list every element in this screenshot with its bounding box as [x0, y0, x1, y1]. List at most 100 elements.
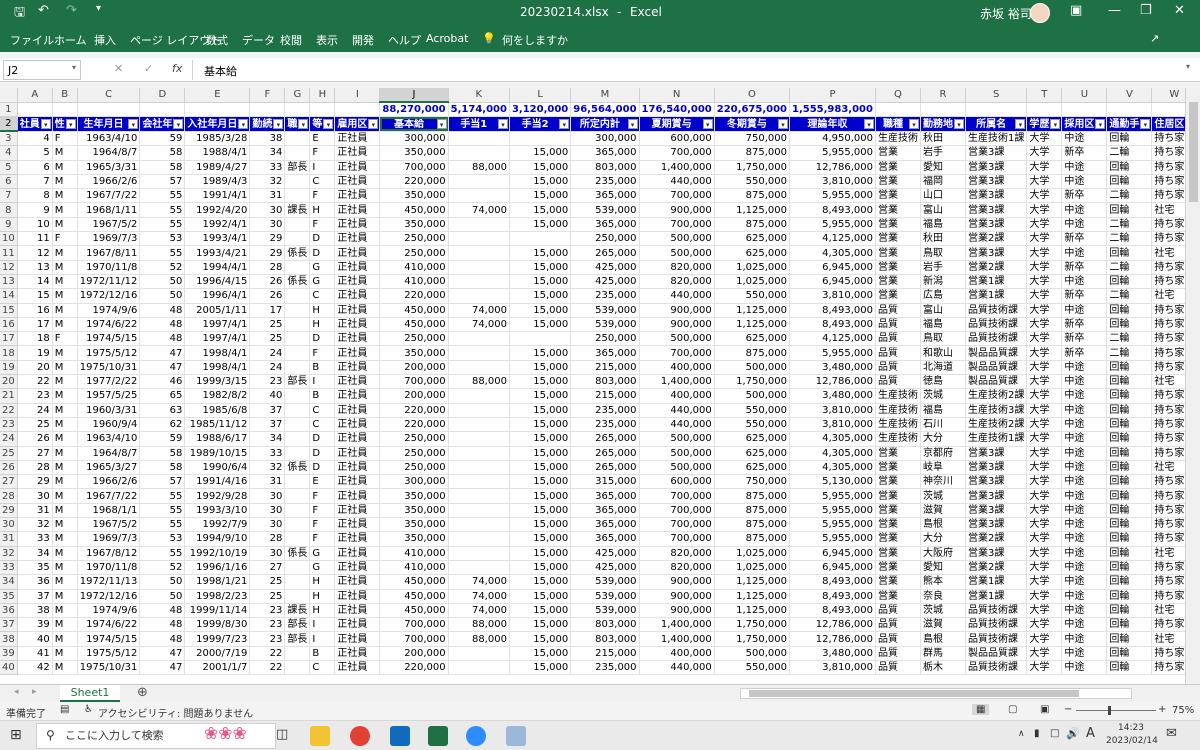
cell[interactable]: 回輪 — [1106, 202, 1153, 218]
cell[interactable]: 持ち家 — [1151, 360, 1185, 376]
cell[interactable] — [448, 460, 510, 476]
cell[interactable]: 12,786,000 — [789, 631, 876, 647]
cell[interactable]: 回輪 — [1106, 574, 1153, 590]
cell[interactable]: 正社員 — [334, 546, 381, 561]
cell[interactable]: 持ち家 — [1151, 274, 1185, 290]
cell[interactable]: 1,025,000 — [714, 274, 791, 290]
cell[interactable]: 徳島 — [920, 374, 966, 390]
cell[interactable]: 営業3課 — [965, 160, 1028, 175]
cell[interactable] — [448, 245, 510, 261]
cell[interactable]: 1967/8/12 — [77, 546, 141, 561]
row-header[interactable]: 17 — [0, 331, 18, 347]
cell[interactable]: F — [52, 331, 78, 347]
cell[interactable]: 74,000 — [448, 589, 510, 604]
column-header-J[interactable]: J — [379, 88, 449, 104]
cell[interactable]: 1996/1/16 — [184, 560, 251, 576]
cell[interactable]: 大学 — [1026, 131, 1063, 147]
cell[interactable]: 250,000 — [379, 231, 449, 247]
cell[interactable]: 1985/11/12 — [184, 417, 251, 433]
cell[interactable]: 持ち家 — [1151, 131, 1185, 147]
cell[interactable]: 28 — [249, 531, 286, 547]
cell[interactable]: 215,000 — [570, 360, 640, 376]
cell[interactable]: 15,000 — [509, 374, 572, 390]
cell[interactable]: 8,493,000 — [789, 603, 876, 619]
cell[interactable]: 1985/3/28 — [184, 131, 251, 147]
cell[interactable]: 正社員 — [334, 503, 381, 519]
cell[interactable]: 滋賀 — [920, 617, 966, 633]
cell[interactable] — [184, 102, 251, 118]
cell[interactable]: 大学 — [1026, 188, 1063, 204]
row-header[interactable]: 26 — [0, 460, 18, 476]
cell[interactable]: 大学 — [1026, 274, 1063, 290]
cell[interactable]: 中途 — [1061, 517, 1108, 533]
cell[interactable]: 350,000 — [379, 345, 449, 361]
expand-formula-icon[interactable]: ▾ — [1186, 62, 1190, 71]
cell[interactable]: 52 — [139, 560, 186, 576]
row-header[interactable]: 22 — [0, 403, 18, 418]
cell[interactable]: 500,000 — [639, 431, 715, 447]
cell[interactable]: 8 — [17, 188, 53, 204]
cell[interactable]: 持ち家 — [1151, 646, 1185, 661]
cell[interactable]: 正社員 — [334, 288, 381, 304]
filter-dropdown-icon[interactable]: ▾ — [298, 119, 309, 130]
cell[interactable]: 大学 — [1026, 260, 1063, 275]
cell[interactable]: 450,000 — [379, 202, 449, 218]
cell[interactable]: 営業 — [875, 546, 921, 561]
cell[interactable]: 営業 — [875, 188, 921, 204]
cell[interactable]: 30 — [249, 217, 286, 233]
cell[interactable]: 25 — [17, 417, 53, 433]
cell[interactable]: 正社員 — [334, 660, 381, 676]
cell[interactable]: 30 — [17, 488, 53, 504]
cell[interactable]: 38 — [249, 131, 286, 147]
cell[interactable]: 8,493,000 — [789, 202, 876, 218]
cell[interactable]: 社宅 — [1151, 374, 1185, 390]
cell[interactable]: 1992/9/28 — [184, 488, 251, 504]
cell[interactable]: 持ち家 — [1151, 560, 1185, 576]
cell[interactable]: 営業3課 — [965, 145, 1028, 161]
cell[interactable]: 3,480,000 — [789, 360, 876, 376]
cell[interactable] — [17, 102, 53, 118]
cell[interactable]: 1,750,000 — [714, 617, 791, 633]
cell[interactable] — [77, 102, 141, 118]
cell[interactable]: 持ち家 — [1151, 517, 1185, 533]
cell[interactable]: 55 — [139, 488, 186, 504]
cell[interactable]: 58 — [139, 446, 186, 461]
cell[interactable]: D — [309, 231, 336, 247]
cell[interactable]: 1964/8/7 — [77, 446, 141, 461]
cell[interactable]: 425,000 — [570, 274, 640, 290]
cell[interactable]: 製品品質課 — [965, 345, 1028, 361]
cell[interactable]: 品質 — [875, 660, 921, 676]
cell[interactable]: 1,400,000 — [639, 160, 715, 175]
cell[interactable]: 中途 — [1061, 546, 1108, 561]
redo-icon[interactable]: ↷ — [66, 3, 77, 18]
cell[interactable]: 265,000 — [570, 245, 640, 261]
cell[interactable]: 1975/5/12 — [77, 646, 141, 661]
cell[interactable]: 12,786,000 — [789, 160, 876, 175]
menu-home[interactable]: ホーム — [54, 32, 87, 48]
cell[interactable]: 3,810,000 — [789, 288, 876, 304]
total-cell[interactable]: 96,564,000 — [570, 102, 640, 118]
filter-dropdown-icon[interactable]: ▾ — [65, 119, 76, 130]
column-header-A[interactable]: A — [17, 88, 53, 103]
cell[interactable]: 中途 — [1061, 574, 1108, 590]
cell[interactable]: 中途 — [1061, 631, 1108, 647]
cell[interactable]: 235,000 — [570, 174, 640, 190]
cell[interactable]: 15,000 — [509, 488, 572, 504]
cell[interactable]: 中途 — [1061, 531, 1108, 547]
total-cell[interactable]: 176,540,000 — [639, 102, 715, 118]
cell[interactable]: 回輪 — [1106, 460, 1153, 476]
cell[interactable]: 539,000 — [570, 303, 640, 318]
cell[interactable]: 5,955,000 — [789, 217, 876, 233]
cell[interactable]: 1998/1/21 — [184, 574, 251, 590]
cell[interactable]: 持ち家 — [1151, 431, 1185, 447]
cell[interactable]: 425,000 — [570, 260, 640, 275]
total-cell[interactable]: 3,120,000 — [509, 102, 572, 118]
cell[interactable]: M — [52, 460, 78, 476]
cell[interactable]: 29 — [249, 231, 286, 247]
cell[interactable] — [448, 145, 510, 161]
cell[interactable] — [448, 360, 510, 376]
row-header[interactable]: 2 — [0, 116, 18, 133]
cell[interactable]: 回輪 — [1106, 474, 1153, 490]
cell[interactable]: 正社員 — [334, 360, 381, 376]
cell[interactable]: 正社員 — [334, 417, 381, 433]
